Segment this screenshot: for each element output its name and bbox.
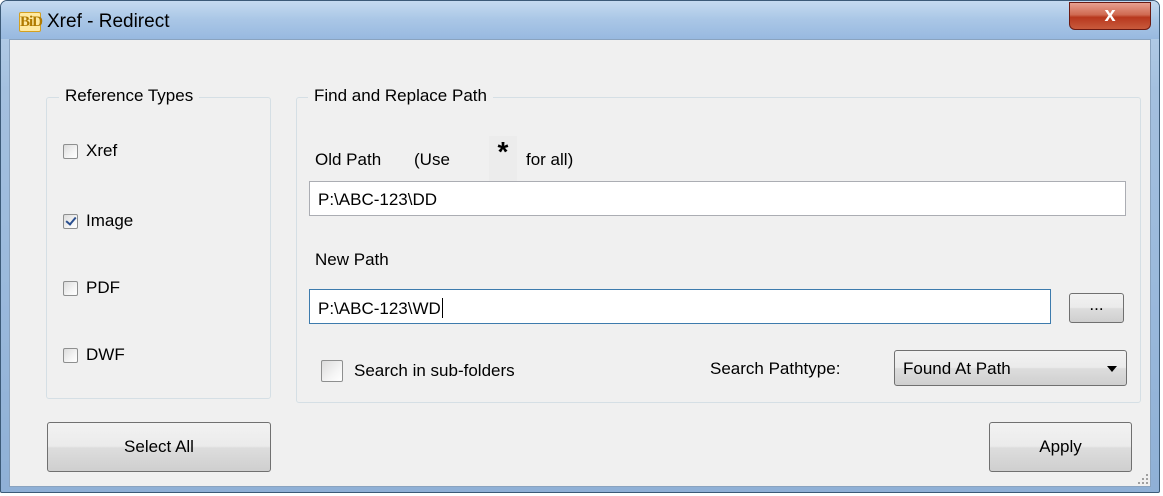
old-path-hint-suffix: for all) <box>526 150 574 169</box>
checkbox-row-image[interactable]: Image <box>63 211 133 231</box>
pdf-checkbox[interactable] <box>63 280 78 296</box>
old-path-label: Old Path <box>315 150 382 169</box>
search-pathtype-value: Found At Path <box>903 359 1011 378</box>
new-path-input[interactable]: P:\ABC-123\WD <box>309 289 1051 324</box>
xref-checkbox[interactable] <box>63 143 78 159</box>
browse-button[interactable]: ... <box>1069 293 1124 323</box>
text-caret <box>441 298 443 318</box>
search-subfolders-checkbox[interactable] <box>321 360 343 382</box>
image-checkbox[interactable] <box>63 213 78 229</box>
image-checkbox-label: Image <box>86 211 134 230</box>
close-button[interactable]: x <box>1069 2 1151 30</box>
apply-button[interactable]: Apply <box>989 422 1132 472</box>
reference-types-group: Reference Types Xref Image PDF DWF <box>46 86 271 399</box>
dialog-client-area: Reference Types Xref Image PDF DWF Find … <box>9 39 1151 487</box>
select-all-button[interactable]: Select All <box>47 422 271 472</box>
new-path-value: P:\ABC-123\WD <box>318 299 441 318</box>
new-path-label: New Path <box>315 250 389 269</box>
checkbox-row-search-subfolders[interactable]: Search in sub-folders <box>321 360 515 382</box>
old-path-input[interactable]: P:\ABC-123\DD <box>309 181 1126 216</box>
pdf-checkbox-label: PDF <box>86 278 120 297</box>
title-bar[interactable]: BiD Xref - Redirect x <box>1 1 1159 39</box>
old-path-hint-prefix: (Use <box>414 150 450 169</box>
checkbox-row-pdf[interactable]: PDF <box>63 278 120 298</box>
search-subfolders-label: Search in sub-folders <box>354 361 515 380</box>
reference-types-title: Reference Types <box>59 86 200 106</box>
find-replace-title: Find and Replace Path <box>308 86 493 106</box>
checkbox-row-xref[interactable]: Xref <box>63 141 117 161</box>
xref-checkbox-label: Xref <box>86 141 118 160</box>
dialog-window: BiD Xref - Redirect x Reference Types Xr… <box>0 0 1160 493</box>
resize-grip-icon[interactable] <box>1136 472 1148 484</box>
dwf-checkbox-label: DWF <box>86 345 125 364</box>
search-pathtype-select[interactable]: Found At Path <box>894 350 1127 386</box>
checkbox-row-dwf[interactable]: DWF <box>63 345 125 365</box>
wildcard-star: * <box>489 136 517 182</box>
search-pathtype-label: Search Pathtype: <box>710 359 841 378</box>
find-replace-group: Find and Replace Path Old Path (Use * fo… <box>296 86 1141 403</box>
app-logo-icon: BiD <box>19 12 43 32</box>
dwf-checkbox[interactable] <box>63 347 78 363</box>
chevron-down-icon <box>1107 366 1117 372</box>
window-title: Xref - Redirect <box>47 11 170 32</box>
